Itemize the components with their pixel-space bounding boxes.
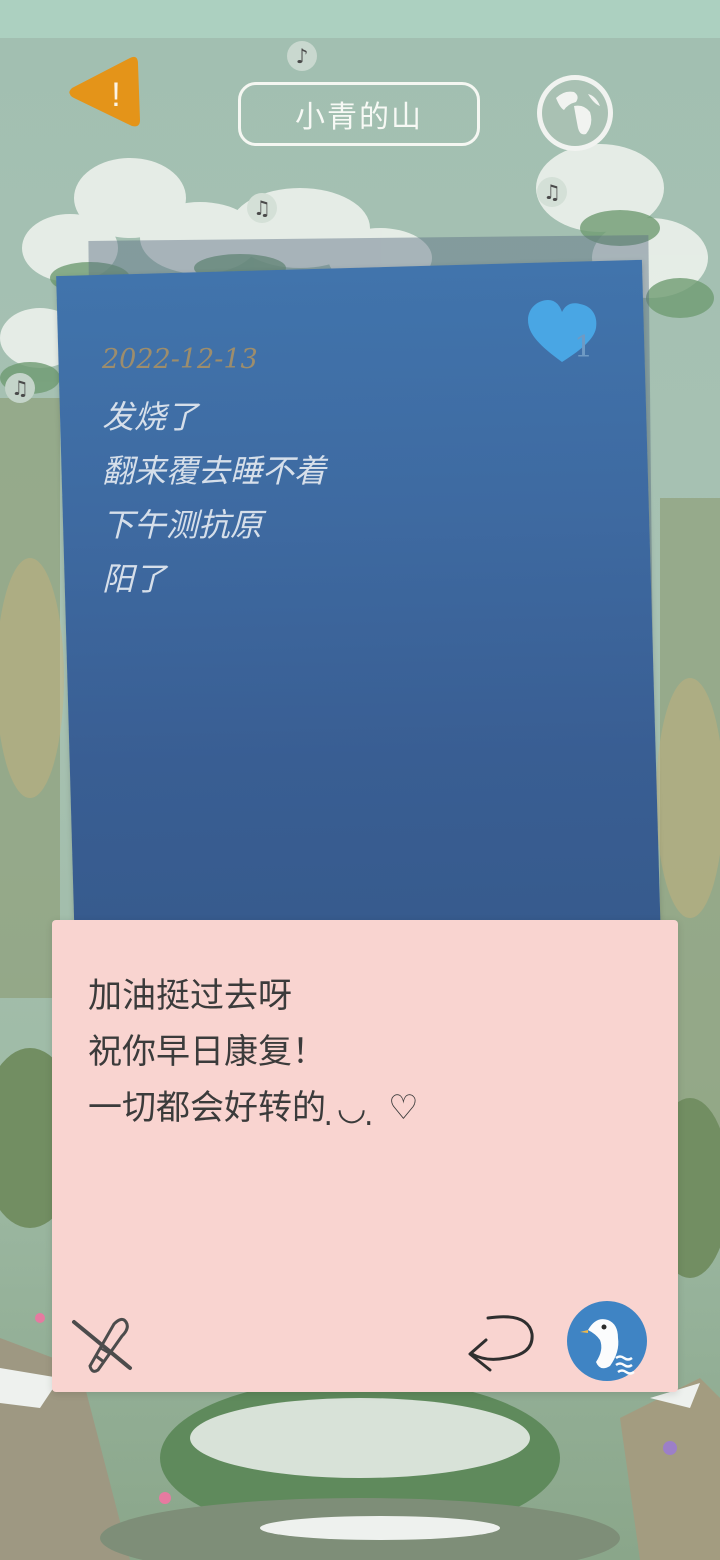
globe-button[interactable]	[534, 72, 616, 154]
page-title: 小青的山	[295, 100, 423, 135]
like-count: 1	[574, 330, 594, 365]
alert-button[interactable]: !	[64, 54, 144, 130]
music-note-icon[interactable]: ♫	[536, 176, 568, 208]
letter-line: 阳了	[102, 560, 167, 598]
disabled-quill-button[interactable]	[70, 1312, 136, 1374]
music-note-glyph: ♫	[253, 196, 271, 220]
letter-line: 翻来覆去睡不着	[102, 452, 327, 490]
bird-avatar-button[interactable]	[566, 1300, 648, 1382]
return-arrow-icon	[468, 1315, 534, 1372]
status-bar	[0, 0, 720, 39]
reply-body: 加油挺过去呀 祝你早日康复！ 一切都会好转的 ̣◡ ̣ ♡	[88, 968, 419, 1136]
letter-line: 发烧了	[102, 398, 199, 436]
reply-line: 一切都会好转的 ̣◡ ̣ ♡	[88, 1088, 419, 1128]
bird-avatar-icon	[567, 1301, 647, 1381]
mountain-title-button[interactable]: 小青的山	[238, 82, 480, 146]
music-note-glyph: ♫	[11, 376, 29, 400]
reply-line: 祝你早日康复！	[88, 1032, 326, 1072]
music-note-glyph: ♪	[296, 44, 309, 68]
letter-body: 发烧了 翻来覆去睡不着 下午测抗原 阳了	[102, 390, 326, 606]
back-button[interactable]	[462, 1310, 538, 1378]
letter-line: 下午测抗原	[102, 506, 263, 544]
warning-icon: !	[69, 56, 140, 127]
reply-line: 加油挺过去呀	[88, 976, 292, 1016]
music-note-icon[interactable]: ♪	[286, 40, 318, 72]
app-screen: ! 小青的山 ♪ ♫ ♫ ♫ 2022-12-13 发烧了 翻来覆去睡不着 下午…	[0, 0, 720, 1560]
globe-icon	[537, 75, 613, 151]
music-note-icon[interactable]: ♫	[246, 192, 278, 224]
quill-disabled-icon	[72, 1317, 132, 1373]
alert-glyph: !	[111, 76, 120, 114]
letter-date: 2022-12-13	[102, 344, 258, 375]
music-note-glyph: ♫	[543, 180, 561, 204]
music-note-icon[interactable]: ♫	[4, 372, 36, 404]
